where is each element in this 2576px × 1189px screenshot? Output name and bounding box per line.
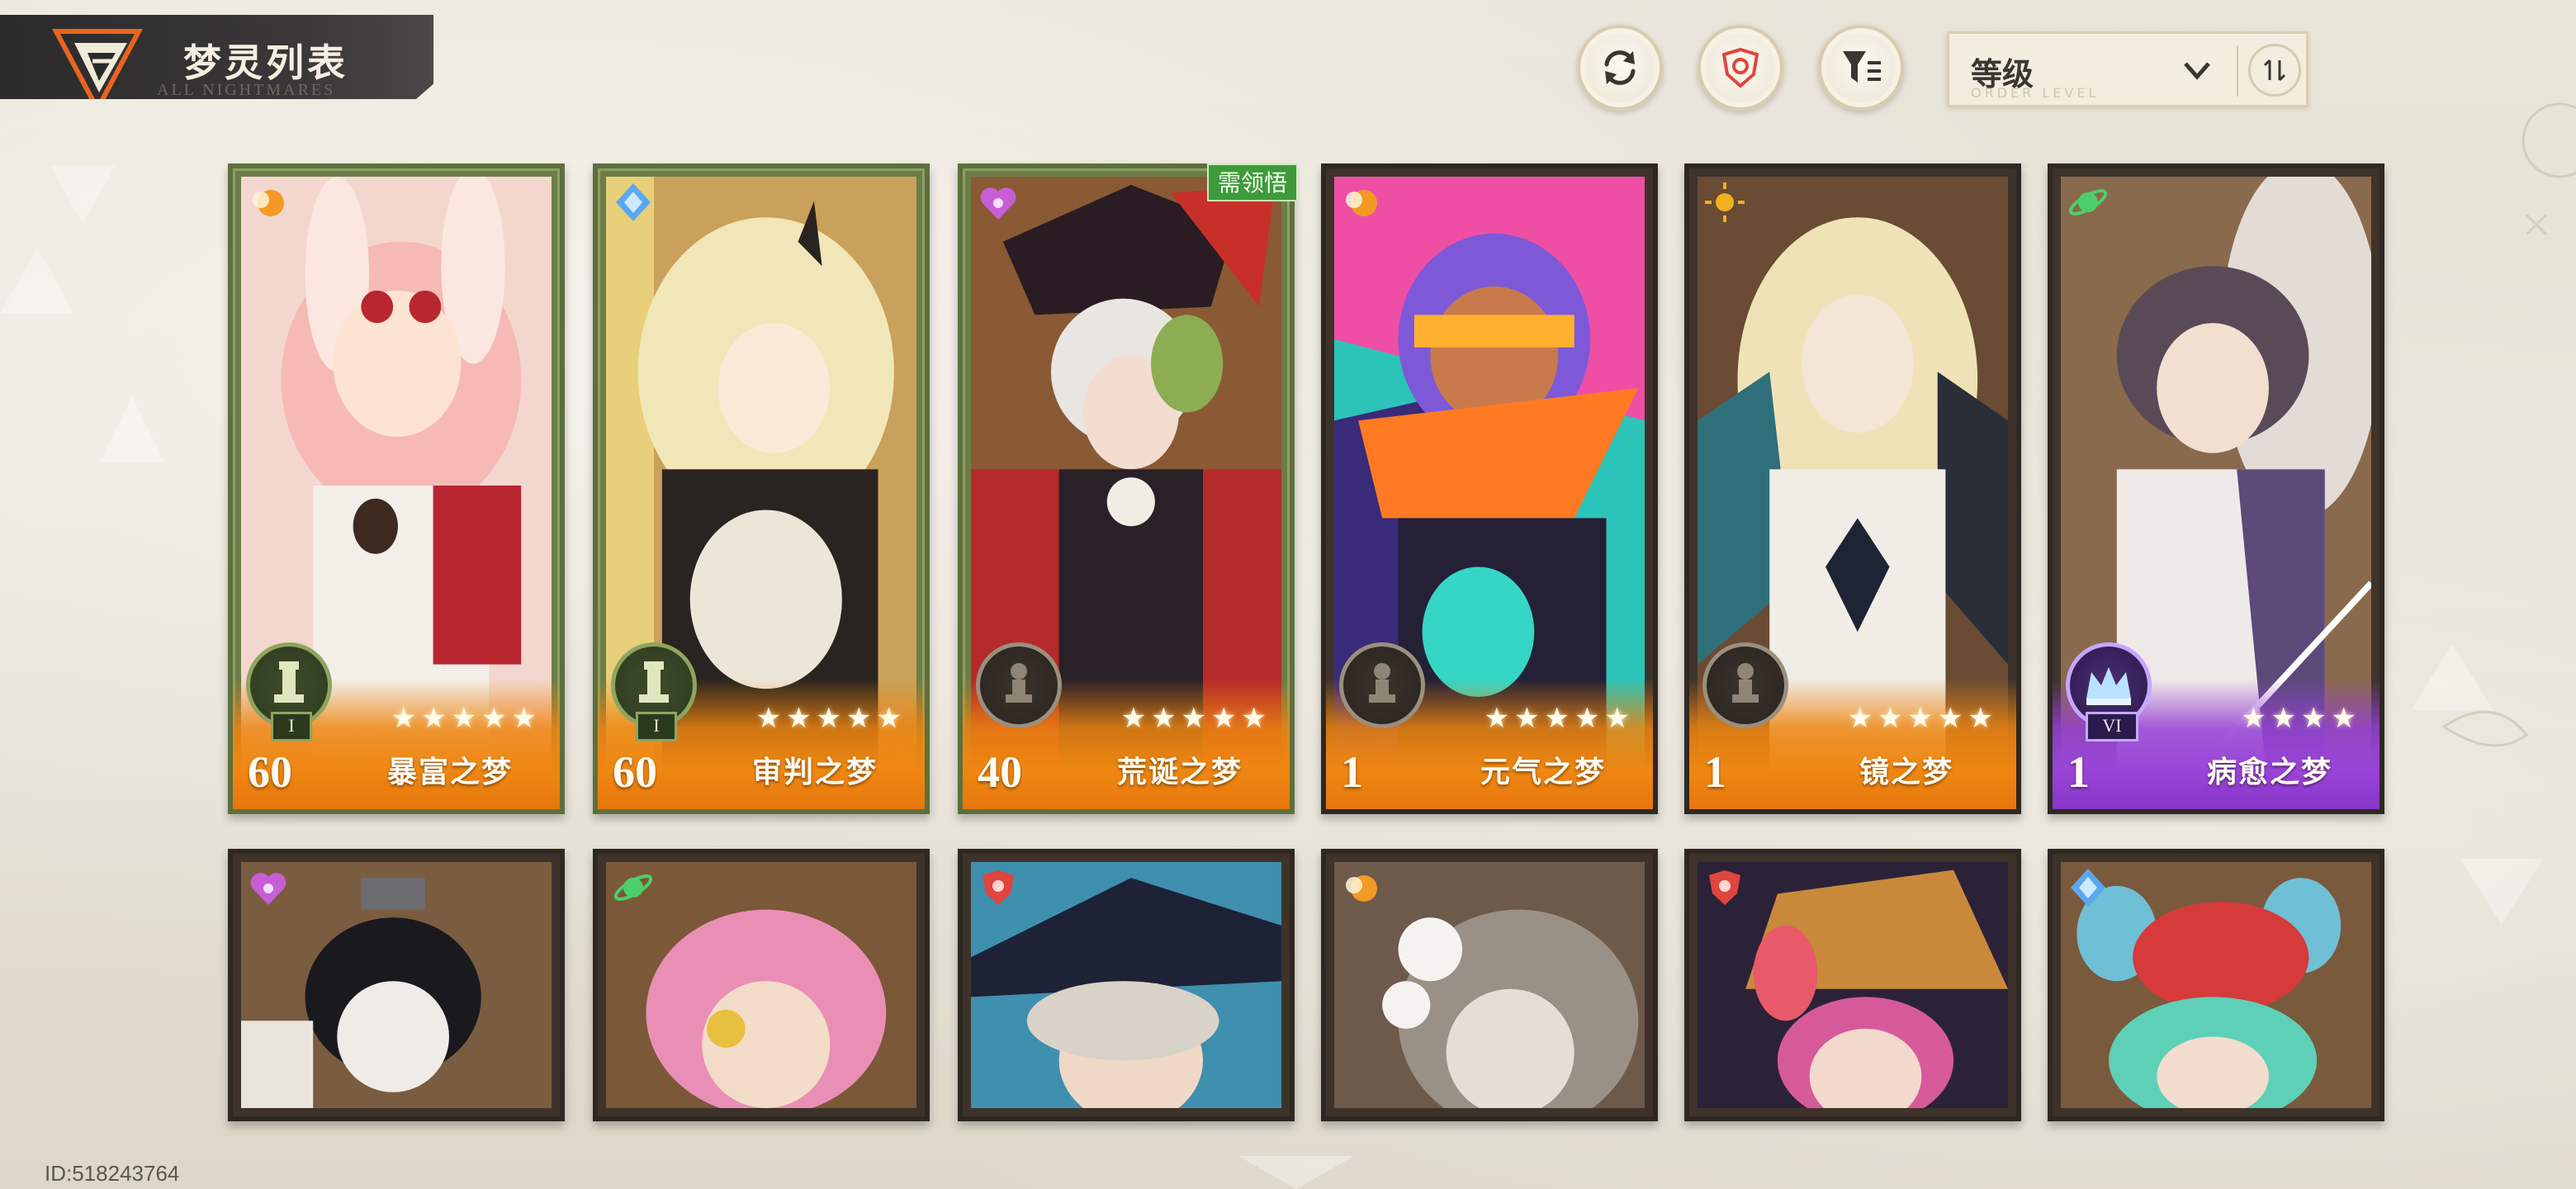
character-card[interactable]: ★★★★★ 1 镜之梦 [1684,163,2021,814]
rook-rank-icon [274,661,304,703]
awaken-required-tag: 需领悟 [1207,163,1298,201]
dream-logo-icon [52,29,143,99]
rank-numeral: I [636,712,677,741]
refresh-button[interactable] [1577,25,1663,111]
element-icon [613,874,653,901]
character-card[interactable]: VI ★★★★ 1 病愈之梦 [2048,163,2384,814]
card-level: 1 [1704,747,1726,797]
element-icon [1346,190,1377,216]
crown-rank-icon [2086,667,2131,705]
rank-badge [1702,642,1788,728]
pawn-rank-icon [1732,663,1759,703]
element-icon [253,190,284,216]
element-icon [1346,875,1377,902]
rank-badge [976,642,1062,728]
star-rating: ★★★★★ [1847,702,1998,735]
star-rating: ★★★★★ [391,702,542,735]
character-card[interactable]: I ★★★★★ 60 审判之梦 [593,163,930,814]
character-card[interactable] [593,849,930,1121]
user-id: ID:518243764 [45,1161,180,1186]
element-filter-button[interactable] [1698,25,1783,111]
sort-order-icon [2263,59,2286,82]
element-icon [1709,870,1740,905]
refresh-icon [1604,50,1636,85]
page-title: 梦灵列表 [183,40,348,85]
character-card[interactable] [958,849,1295,1121]
card-level: 60 [248,747,292,797]
rank-numeral: VI [2086,712,2138,741]
rank-numeral: I [271,712,312,741]
card-level: 1 [1341,747,1363,797]
element-icon [616,183,651,221]
character-card[interactable] [1321,849,1658,1121]
card-name: 病愈之梦 [2206,756,2332,789]
star-rating: ★★★★★ [755,702,907,735]
rank-badge [1339,642,1425,728]
character-card[interactable]: ★★★★★ 1 元气之梦 [1321,163,1658,814]
character-card[interactable]: I ★★★★★ 60 暴富之梦 [228,163,565,814]
sort-dropdown[interactable]: 等级 ORDER LEVEL [1947,31,2308,107]
card-level: 60 [613,747,657,797]
element-icon [983,870,1014,905]
page-subtitle: ALL NIGHTMARES [157,81,336,99]
sort-order-button[interactable] [2248,44,2301,97]
character-card[interactable]: ★★★★★ 40 荒诞之梦 [958,163,1295,814]
star-rating: ★★★★ [2241,702,2361,735]
star-rating: ★★★★★ [1120,702,1271,735]
shield-filter-icon [1721,47,1759,88]
element-icon [250,873,286,905]
character-card[interactable] [228,849,565,1121]
element-icon [2071,869,2105,907]
character-card[interactable] [2048,849,2384,1121]
element-icon [1705,182,1745,222]
title-bar[interactable]: 梦灵列表 ALL NIGHTMARES [0,15,433,99]
element-icon [980,187,1016,220]
card-name: 审判之梦 [751,756,878,789]
funnel-filter-icon [1843,51,1881,83]
card-level: 40 [978,747,1022,797]
star-rating: ★★★★★ [1484,702,1635,735]
pawn-rank-icon [1006,663,1032,703]
sort-divider [2237,45,2238,97]
rook-rank-icon [639,661,669,703]
pawn-rank-icon [1369,663,1395,703]
card-level: 1 [2067,747,2090,797]
character-card[interactable] [1684,849,2021,1121]
sort-ghost-text: ORDER LEVEL [1971,85,2100,101]
element-icon [2068,189,2108,216]
card-name: 镜之梦 [1859,756,1953,789]
filter-button[interactable] [1818,25,1904,111]
card-name: 元气之梦 [1480,756,1606,789]
chevron-down-icon[interactable] [2179,52,2215,88]
card-name: 暴富之梦 [386,756,513,789]
card-name: 荒诞之梦 [1116,756,1243,789]
